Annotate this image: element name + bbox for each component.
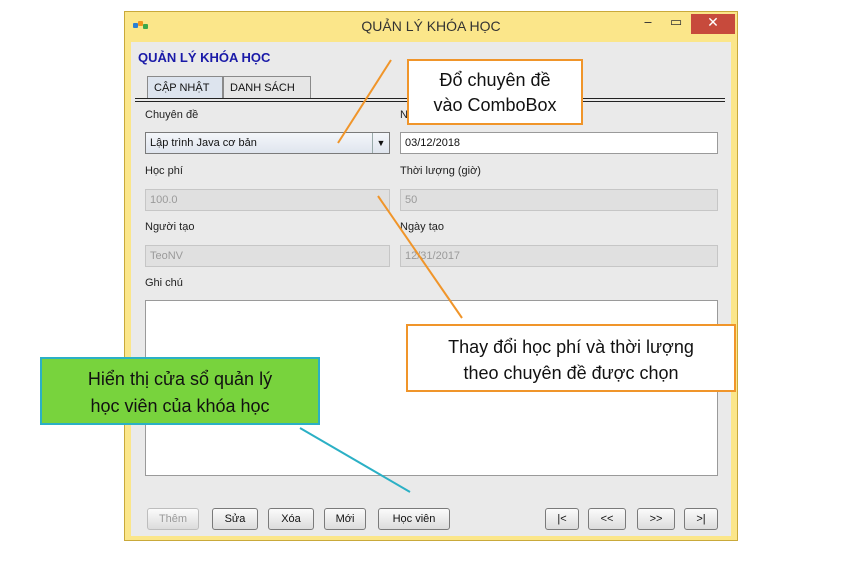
fee-note-callout: Thay đổi học phí và thời lượng theo chuy… — [406, 324, 736, 392]
student-note-line2: học viên của khóa học — [90, 396, 270, 416]
combo-note-line1: Đổ chuyên đề — [439, 70, 551, 90]
fee-note-line1: Thay đổi học phí và thời lượng — [448, 337, 694, 357]
fee-pointer-line — [377, 195, 463, 319]
combo-pointer-line — [337, 59, 392, 144]
student-pointer-line — [299, 427, 411, 493]
fee-note-line2: theo chuyên đề được chọn — [463, 363, 679, 383]
combo-note-callout: Đổ chuyên đề vào ComboBox — [407, 59, 583, 125]
student-note-callout: Hiển thị cửa sổ quản lý học viên của khó… — [40, 357, 320, 425]
combo-note-line2: vào ComboBox — [433, 95, 557, 115]
student-note-line1: Hiển thị cửa sổ quản lý — [87, 369, 273, 389]
